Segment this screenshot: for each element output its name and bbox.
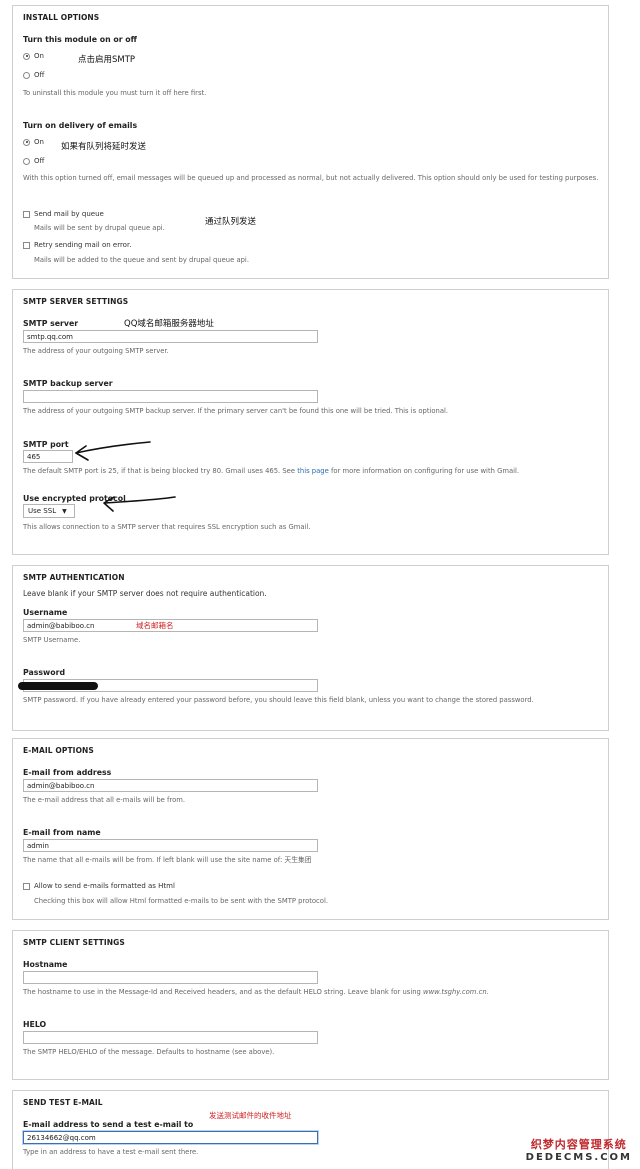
protocol-select[interactable]: Use SSL ▼ [23,504,75,518]
html-format-checkbox[interactable]: Allow to send e-mails formatted as Html [23,882,175,890]
smtp-port-input[interactable]: 465 [23,450,73,463]
username-annotation: 域名邮箱名 [136,621,174,630]
module-description: To uninstall this module you must turn i… [23,89,207,97]
smtp-port-label: SMTP port [23,440,69,449]
smtp-client-fieldset: SMTP CLIENT SETTINGS Hostname The hostna… [12,930,609,1080]
helo-label: HELO [23,1020,47,1029]
email-options-legend: E-MAIL OPTIONS [23,746,94,755]
from-name-label: E-mail from name [23,828,101,837]
test-email-label: E-mail address to send a test e-mail to [23,1120,194,1129]
radio-unchecked-icon[interactable] [23,157,30,165]
install-options-fieldset: INSTALL OPTIONS Turn this module on or o… [12,5,609,279]
send-by-queue-checkbox[interactable]: Send mail by queue [23,210,104,218]
delivery-toggle-label: Turn on delivery of emails [23,121,138,130]
radio-unchecked-icon[interactable] [23,71,30,79]
redaction-scribble [18,682,98,690]
from-address-label: E-mail from address [23,768,112,777]
username-label: Username [23,608,68,617]
smtp-port-description: The default SMTP port is 25, if that is … [23,467,519,476]
send-by-queue-description: Mails will be sent by drupal queue api. [34,224,165,232]
smtp-port-desc-pre: The default SMTP port is 25, if that is … [23,467,296,475]
auth-intro: Leave blank if your SMTP server does not… [23,589,267,598]
smtp-server-annotation: QQ域名邮箱服务器地址 [124,319,214,329]
delivery-on-radio[interactable]: On [23,138,44,146]
from-address-input[interactable]: admin@babiboo.cn [23,779,318,792]
module-toggle-label: Turn this module on or off [23,35,137,44]
radio-checked-icon[interactable] [23,52,30,60]
password-description: SMTP password. If you have already enter… [23,696,534,704]
smtp-server-fieldset: SMTP SERVER SETTINGS SMTP server QQ域名邮箱服… [12,289,609,555]
delivery-on-label: On [34,138,44,146]
hand-drawn-arrow-protocol [103,496,176,512]
test-email-description: Type in an address to have a test e-mail… [23,1148,199,1156]
html-format-description: Checking this box will allow Html format… [34,897,329,905]
smtp-port-desc-post: for more information on configuring for … [330,467,520,475]
smtp-auth-fieldset: SMTP AUTHENTICATION Leave blank if your … [12,565,609,731]
module-on-label: On [34,52,44,60]
smtp-backup-description: The address of your outgoing SMTP backup… [23,407,449,415]
smtp-server-label: SMTP server [23,319,79,328]
email-options-fieldset: E-MAIL OPTIONS E-mail from address admin… [12,738,609,920]
dropdown-arrow-icon: ▼ [62,507,67,515]
delivery-off-radio[interactable]: Off [23,157,44,165]
module-off-radio[interactable]: Off [23,71,44,79]
test-annotation: 发送测试邮件的收件地址 [209,1111,292,1120]
radio-checked-icon[interactable] [23,138,30,146]
module-annotation: 点击启用SMTP [78,55,136,65]
hostname-desc-domain: www.tsghy.com.cn. [423,988,489,996]
hostname-desc-pre: The hostname to use in the Message-Id an… [23,988,421,996]
smtp-server-input[interactable]: smtp.qq.com [23,330,318,343]
hostname-input[interactable] [23,971,318,984]
watermark-bottom-text: DEDECMS.COM [525,1152,632,1163]
send-test-legend: SEND TEST E-MAIL [23,1098,103,1107]
from-address-description: The e-mail address that all e-mails will… [23,796,186,804]
from-name-description: The name that all e-mails will be from. … [23,856,312,864]
module-on-radio[interactable]: On [23,52,44,60]
smtp-server-description: The address of your outgoing SMTP server… [23,347,169,355]
protocol-selected-value: Use SSL [28,507,57,515]
smtp-backup-input[interactable] [23,390,318,403]
hostname-label: Hostname [23,960,68,969]
password-label: Password [23,668,66,677]
watermark-top-text: 织梦内容管理系统 [530,1138,627,1151]
smtp-auth-legend: SMTP AUTHENTICATION [23,573,125,582]
html-format-label: Allow to send e-mails formatted as Html [34,882,175,890]
module-off-label: Off [34,71,45,79]
this-page-link[interactable]: this page [297,467,329,475]
smtp-client-legend: SMTP CLIENT SETTINGS [23,938,125,947]
checkbox-icon[interactable] [23,882,30,890]
dedecms-watermark: 织梦内容管理系统 DEDECMS.COM [526,1136,632,1163]
retry-on-error-description: Mails will be added to the queue and sen… [34,256,249,264]
helo-input[interactable] [23,1031,318,1044]
username-description: SMTP Username. [23,636,81,644]
hand-drawn-arrow-port [75,441,151,461]
send-test-fieldset: SEND TEST E-MAIL 发送测试邮件的收件地址 E-mail addr… [12,1090,609,1169]
retry-on-error-label: Retry sending mail on error. [34,241,132,249]
smtp-server-legend: SMTP SERVER SETTINGS [23,297,129,306]
checkbox-icon[interactable] [23,210,30,218]
delivery-annotation: 如果有队列将延时发送 [61,142,147,152]
from-name-input[interactable]: admin [23,839,318,852]
install-options-legend: INSTALL OPTIONS [23,13,100,22]
delivery-off-label: Off [34,157,45,165]
hostname-description: The hostname to use in the Message-Id an… [23,988,489,997]
send-by-queue-label: Send mail by queue [34,210,104,218]
protocol-description: This allows connection to a SMTP server … [23,523,311,531]
smtp-backup-label: SMTP backup server [23,379,113,388]
delivery-description: With this option turned off, email messa… [23,174,599,182]
checkbox-icon[interactable] [23,241,30,249]
queue-annotation: 通过队列发送 [205,217,257,227]
helo-description: The SMTP HELO/EHLO of the message. Defau… [23,1048,275,1056]
test-email-input[interactable]: 26134662@qq.com [23,1131,318,1144]
retry-on-error-checkbox[interactable]: Retry sending mail on error. [23,241,131,249]
